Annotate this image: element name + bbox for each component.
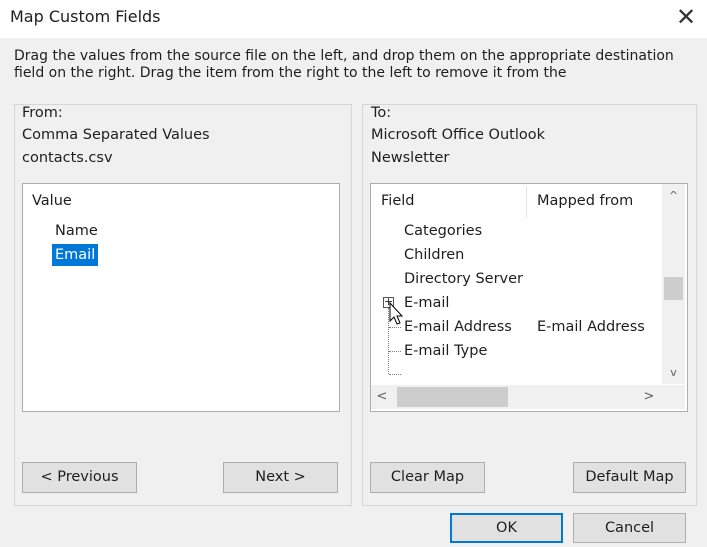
field-row-children[interactable]: Children xyxy=(404,244,464,266)
field-row-directory-server[interactable]: Directory Server xyxy=(404,268,523,290)
field-column-header[interactable]: Field xyxy=(381,193,414,209)
list-item[interactable]: Name xyxy=(55,220,98,242)
from-label: From: xyxy=(22,105,63,121)
field-row-email-address[interactable]: E-mail Address xyxy=(404,316,512,338)
scroll-down-icon[interactable]: v xyxy=(662,366,685,379)
list-item-selected[interactable]: Email xyxy=(52,244,99,266)
value-column-header: Value xyxy=(32,193,72,209)
dest-folder: Newsletter xyxy=(371,150,450,166)
source-type: Comma Separated Values xyxy=(22,127,210,143)
previous-button[interactable]: < Previous xyxy=(22,462,137,493)
tree-branch xyxy=(389,351,401,352)
column-separator[interactable] xyxy=(526,186,527,218)
vertical-scroll-thumb[interactable] xyxy=(664,277,683,300)
dest-app: Microsoft Office Outlook xyxy=(371,127,545,143)
source-values-list[interactable] xyxy=(22,183,340,412)
mouse-cursor-icon xyxy=(389,302,404,325)
field-row-email[interactable]: E-mail xyxy=(404,292,449,314)
mapped-value-email-address: E-mail Address xyxy=(537,319,645,335)
default-map-button[interactable]: Default Map xyxy=(573,462,686,493)
clear-map-button[interactable]: Clear Map xyxy=(370,462,485,493)
ok-button[interactable]: OK xyxy=(450,513,563,543)
scroll-up-icon[interactable]: ^ xyxy=(662,189,685,202)
horizontal-scroll-thumb[interactable] xyxy=(397,387,508,407)
cancel-button[interactable]: Cancel xyxy=(573,513,686,543)
to-label: To: xyxy=(371,105,392,121)
instructions-text: Drag the values from the source file on … xyxy=(14,48,674,81)
scroll-right-icon[interactable]: > xyxy=(641,389,657,404)
field-row-email-type[interactable]: E-mail Type xyxy=(404,340,487,362)
mapped-from-column-header[interactable]: Mapped from xyxy=(537,193,633,209)
source-file: contacts.csv xyxy=(22,150,113,166)
next-button[interactable]: Next > xyxy=(223,462,338,493)
window-title: Map Custom Fields xyxy=(10,7,161,26)
field-row-categories[interactable]: Categories xyxy=(404,220,482,242)
close-icon[interactable]: ✕ xyxy=(672,3,700,31)
tree-branch xyxy=(389,374,401,375)
scroll-left-icon[interactable]: < xyxy=(374,389,390,404)
